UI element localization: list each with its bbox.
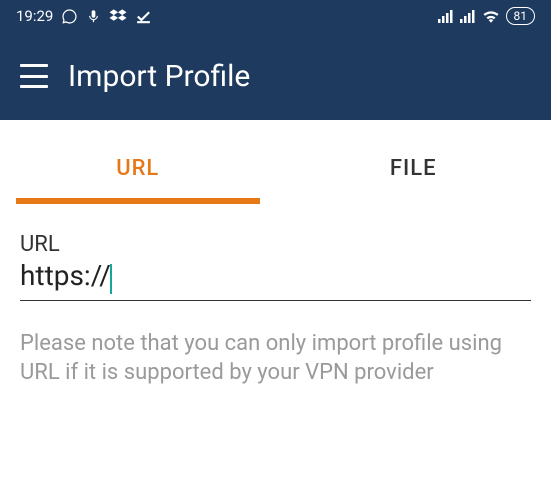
page-title: Import Profile	[68, 59, 250, 94]
status-bar: 19:29 81	[0, 0, 551, 32]
tab-file[interactable]: FILE	[276, 132, 551, 204]
battery-level: 81	[514, 9, 528, 23]
signal-icon-1	[438, 9, 454, 23]
url-input[interactable]: https://	[20, 259, 531, 301]
wifi-icon	[482, 9, 500, 23]
status-time: 19:29	[16, 7, 53, 25]
url-value: https://	[20, 259, 111, 292]
check-icon	[135, 8, 152, 25]
dropbox-icon	[109, 8, 127, 25]
content: URL https:// Please note that you can on…	[0, 204, 551, 388]
status-left: 19:29	[16, 7, 152, 25]
tab-url-label: URL	[116, 156, 159, 181]
menu-icon[interactable]	[20, 64, 48, 88]
status-right: 81	[438, 7, 536, 25]
tabs: URL FILE	[0, 132, 551, 204]
text-cursor	[110, 264, 112, 294]
help-text: Please note that you can only import pro…	[20, 329, 531, 388]
tab-url[interactable]: URL	[0, 132, 276, 204]
tab-indicator	[16, 198, 260, 204]
battery-indicator: 81	[506, 7, 536, 25]
url-label: URL	[20, 232, 531, 257]
tab-file-label: FILE	[390, 156, 437, 181]
app-bar: Import Profile	[0, 32, 551, 120]
mic-icon	[86, 8, 101, 25]
whatsapp-icon	[61, 8, 78, 25]
signal-icon-2	[460, 9, 476, 23]
